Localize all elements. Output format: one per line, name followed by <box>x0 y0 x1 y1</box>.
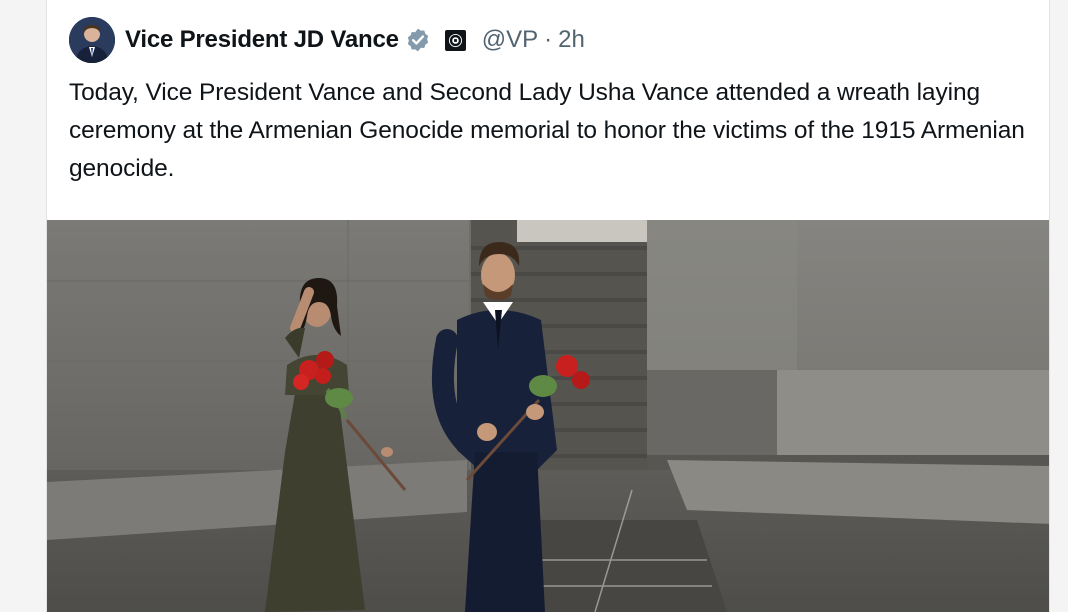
separator-dot: · <box>544 26 553 53</box>
tweet-card[interactable]: Vice President JD Vance @VP · 2h Today, … <box>46 0 1050 612</box>
verified-badge-icon <box>405 27 431 53</box>
avatar[interactable] <box>69 17 115 63</box>
tweet-media-photo[interactable] <box>47 220 1049 612</box>
tweet-header: Vice President JD Vance @VP · 2h <box>69 17 585 63</box>
photo-memorial-ceremony <box>47 220 1049 612</box>
timestamp[interactable]: 2h <box>558 26 585 54</box>
government-seal-badge-icon[interactable] <box>444 29 466 51</box>
author-name[interactable]: Vice President JD Vance <box>125 26 399 54</box>
tweet-text: Today, Vice President Vance and Second L… <box>69 79 1025 182</box>
author-handle[interactable]: @VP <box>482 26 538 54</box>
